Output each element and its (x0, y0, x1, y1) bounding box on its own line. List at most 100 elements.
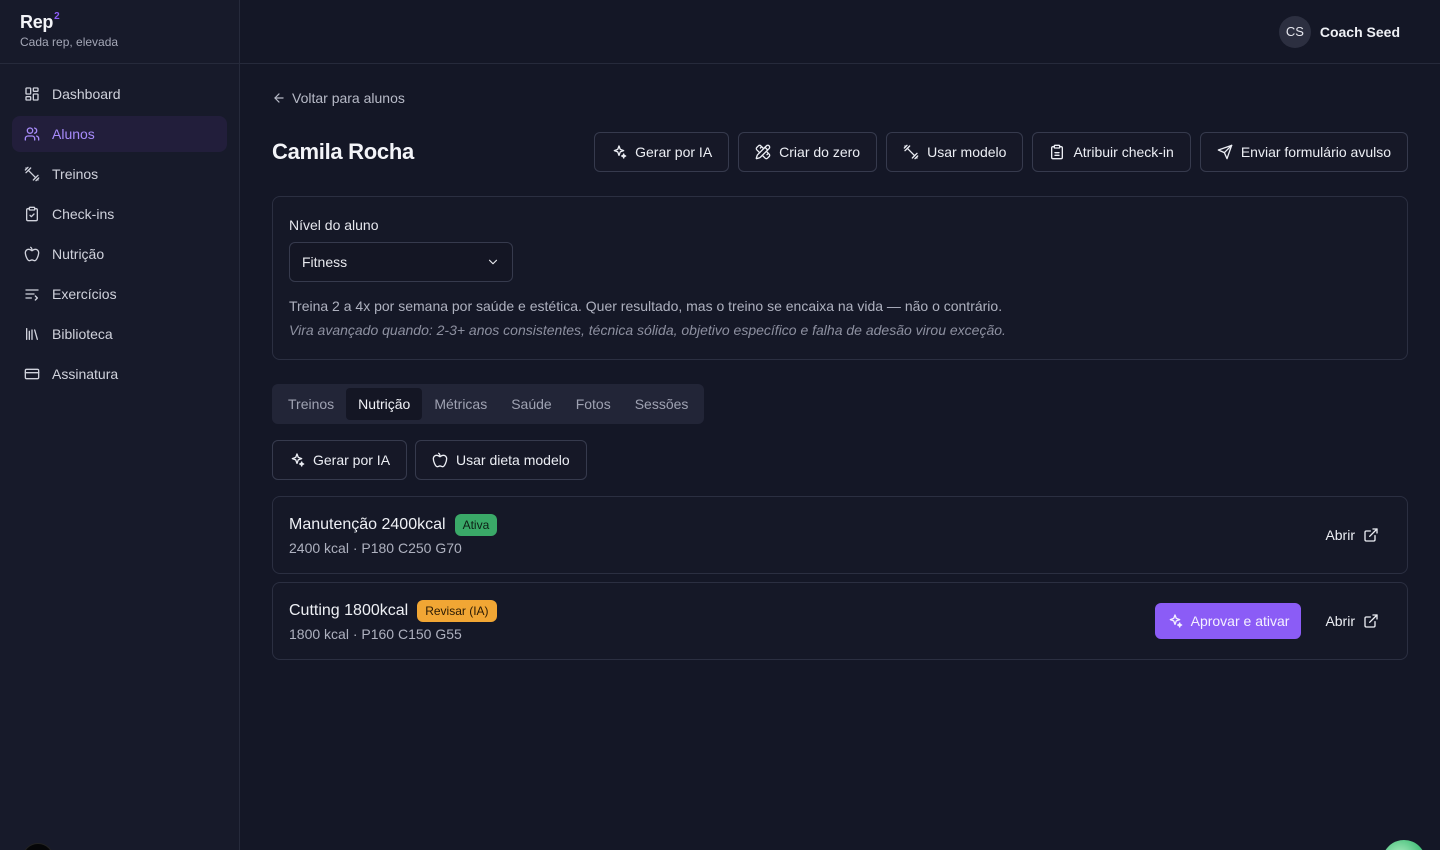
header-actions: Gerar por IA Criar do zero Usar modelo A… (594, 132, 1408, 172)
nutrition-actions: Gerar por IA Usar dieta modelo (272, 440, 1408, 480)
send-form-label: Enviar formulário avulso (1240, 144, 1391, 160)
open-diet-button[interactable]: Abrir (1313, 603, 1391, 639)
clipboard-check-icon (26, 206, 38, 222)
use-diet-template-button[interactable]: Usar dieta modelo (415, 440, 587, 480)
diet-title-row: Cutting 1800kcal Revisar (IA) (289, 600, 497, 622)
user-name: Coach Seed (1319, 23, 1400, 40)
page-title: Camila Rocha (272, 139, 414, 164)
sidebar-item-alunos[interactable]: Alunos (12, 116, 227, 152)
use-template-button[interactable]: Usar modelo (886, 132, 1024, 172)
tab-nutricao[interactable]: Nutrição (346, 388, 423, 420)
diet-actions: Abrir (1313, 517, 1391, 553)
generate-ai-label: Gerar por IA (635, 144, 713, 160)
send-icon (1217, 144, 1233, 160)
diet-title-row: Manutenção 2400kcal Ativa (289, 514, 498, 536)
library-icon (26, 328, 38, 340)
approve-activate-label: Aprovar e ativar (1190, 613, 1290, 629)
sparkles-icon (291, 453, 305, 467)
arrow-left-icon (274, 93, 284, 103)
sidebar: Rep2 Cada rep, elevada Dashboard Alunos … (0, 0, 240, 850)
diet-card: Manutenção 2400kcal Ativa 2400 kcal · P1… (272, 496, 1408, 574)
level-select-value: Fitness (302, 254, 348, 270)
dumbbell-icon (24, 166, 40, 182)
sidebar-item-label: Exercícios (52, 286, 117, 302)
sidebar-item-treinos[interactable]: Treinos (12, 156, 227, 192)
sidebar-nav: Dashboard Alunos Treinos Check-ins Nutri… (0, 64, 239, 408)
tab-treinos[interactable]: Treinos (276, 388, 346, 420)
sidebar-item-label: Nutrição (52, 246, 105, 262)
diet-info: Manutenção 2400kcal Ativa 2400 kcal · P1… (289, 514, 498, 556)
floating-assistant-button[interactable] (1382, 840, 1426, 850)
diet-macros: 2400 kcal · P180 C250 G70 (289, 540, 462, 556)
generate-diet-ai-button[interactable]: Gerar por IA (272, 440, 408, 480)
open-diet-label: Abrir (1325, 613, 1355, 629)
tab-saude[interactable]: Saúde (499, 388, 563, 420)
level-select[interactable]: Fitness (289, 242, 513, 282)
create-scratch-label: Criar do zero (779, 144, 861, 160)
assign-checkin-button[interactable]: Atribuir check-in (1032, 132, 1191, 172)
sidebar-item-label: Assinatura (52, 366, 119, 382)
sidebar-item-label: Check-ins (52, 206, 115, 222)
sidebar-item-check-ins[interactable]: Check-ins (12, 196, 227, 232)
topbar: CS Coach Seed (240, 0, 1440, 64)
chevron-down-icon (488, 259, 498, 265)
diet-info: Cutting 1800kcal Revisar (IA) 1800 kcal … (289, 600, 497, 642)
diet-macros: 1800 kcal · P160 C150 G55 (289, 626, 462, 642)
sidebar-item-dashboard[interactable]: Dashboard (12, 76, 227, 112)
send-form-button[interactable]: Enviar formulário avulso (1199, 132, 1408, 172)
user-menu[interactable]: CS Coach Seed (1278, 15, 1400, 48)
sparkles-icon (1169, 614, 1182, 628)
apple-icon (432, 452, 448, 468)
tab-list: Treinos Nutrição Métricas Saúde Fotos Se… (272, 384, 705, 424)
users-icon (24, 127, 40, 141)
main-content: Voltar para alunos Camila Rocha Gerar po… (272, 64, 1408, 660)
use-diet-template-label: Usar dieta modelo (456, 452, 570, 468)
use-template-label: Usar modelo (927, 144, 1007, 160)
assign-checkin-label: Atribuir check-in (1073, 144, 1174, 160)
sparkles-icon (613, 145, 627, 159)
list-icon (25, 289, 39, 301)
dumbbell-icon (903, 144, 919, 160)
back-link-label: Voltar para alunos (292, 90, 405, 106)
sidebar-item-exercicios[interactable]: Exercícios (12, 276, 227, 312)
back-link[interactable]: Voltar para alunos (272, 90, 1408, 106)
brand-logo[interactable]: Rep2 (20, 11, 219, 33)
level-description: Treina 2 a 4x por semana por saúde e est… (289, 298, 1003, 314)
generate-diet-ai-label: Gerar por IA (313, 452, 391, 468)
apple-icon (24, 246, 40, 262)
tab-sessoes[interactable]: Sessões (623, 388, 701, 420)
level-card: Nível do aluno Fitness Treina 2 a 4x por… (272, 196, 1408, 360)
sidebar-item-assinatura[interactable]: Assinatura (12, 356, 227, 392)
generate-ai-button[interactable]: Gerar por IA (594, 132, 730, 172)
page-header: Camila Rocha Gerar por IA Criar do zero … (272, 132, 1408, 172)
level-hint: Vira avançado quando: 2-3+ anos consiste… (289, 322, 1006, 338)
status-badge: Ativa (454, 514, 498, 536)
clipboard-icon (1051, 144, 1064, 160)
diet-actions: Aprovar e ativar Abrir (1154, 603, 1391, 639)
tab-fotos[interactable]: Fotos (564, 388, 623, 420)
external-link-icon (1364, 528, 1378, 542)
diet-card: Cutting 1800kcal Revisar (IA) 1800 kcal … (272, 582, 1408, 660)
external-link-icon (1364, 614, 1378, 628)
dashboard-icon (25, 87, 39, 101)
sidebar-item-label: Biblioteca (52, 326, 113, 342)
sidebar-item-nutricao[interactable]: Nutrição (12, 236, 227, 272)
open-diet-label: Abrir (1325, 527, 1355, 543)
diet-name: Cutting 1800kcal (289, 602, 409, 619)
approve-activate-button[interactable]: Aprovar e ativar (1154, 603, 1302, 639)
open-diet-button[interactable]: Abrir (1313, 517, 1391, 553)
status-badge: Revisar (IA) (417, 600, 497, 622)
sidebar-item-biblioteca[interactable]: Biblioteca (12, 316, 227, 352)
avatar[interactable]: CS (1278, 15, 1311, 48)
brand-tagline: Cada rep, elevada (20, 35, 119, 49)
sidebar-item-label: Dashboard (52, 86, 121, 102)
sidebar-item-label: Alunos (52, 126, 95, 142)
credit-card-icon (24, 368, 40, 380)
pencil-ruler-icon (755, 144, 771, 160)
sidebar-item-label: Treinos (52, 166, 99, 182)
create-scratch-button[interactable]: Criar do zero (738, 132, 878, 172)
level-label: Nível do aluno (289, 217, 379, 233)
tab-metricas[interactable]: Métricas (422, 388, 499, 420)
diet-name: Manutenção 2400kcal (289, 516, 446, 533)
brand: Rep2 Cada rep, elevada (0, 0, 239, 64)
